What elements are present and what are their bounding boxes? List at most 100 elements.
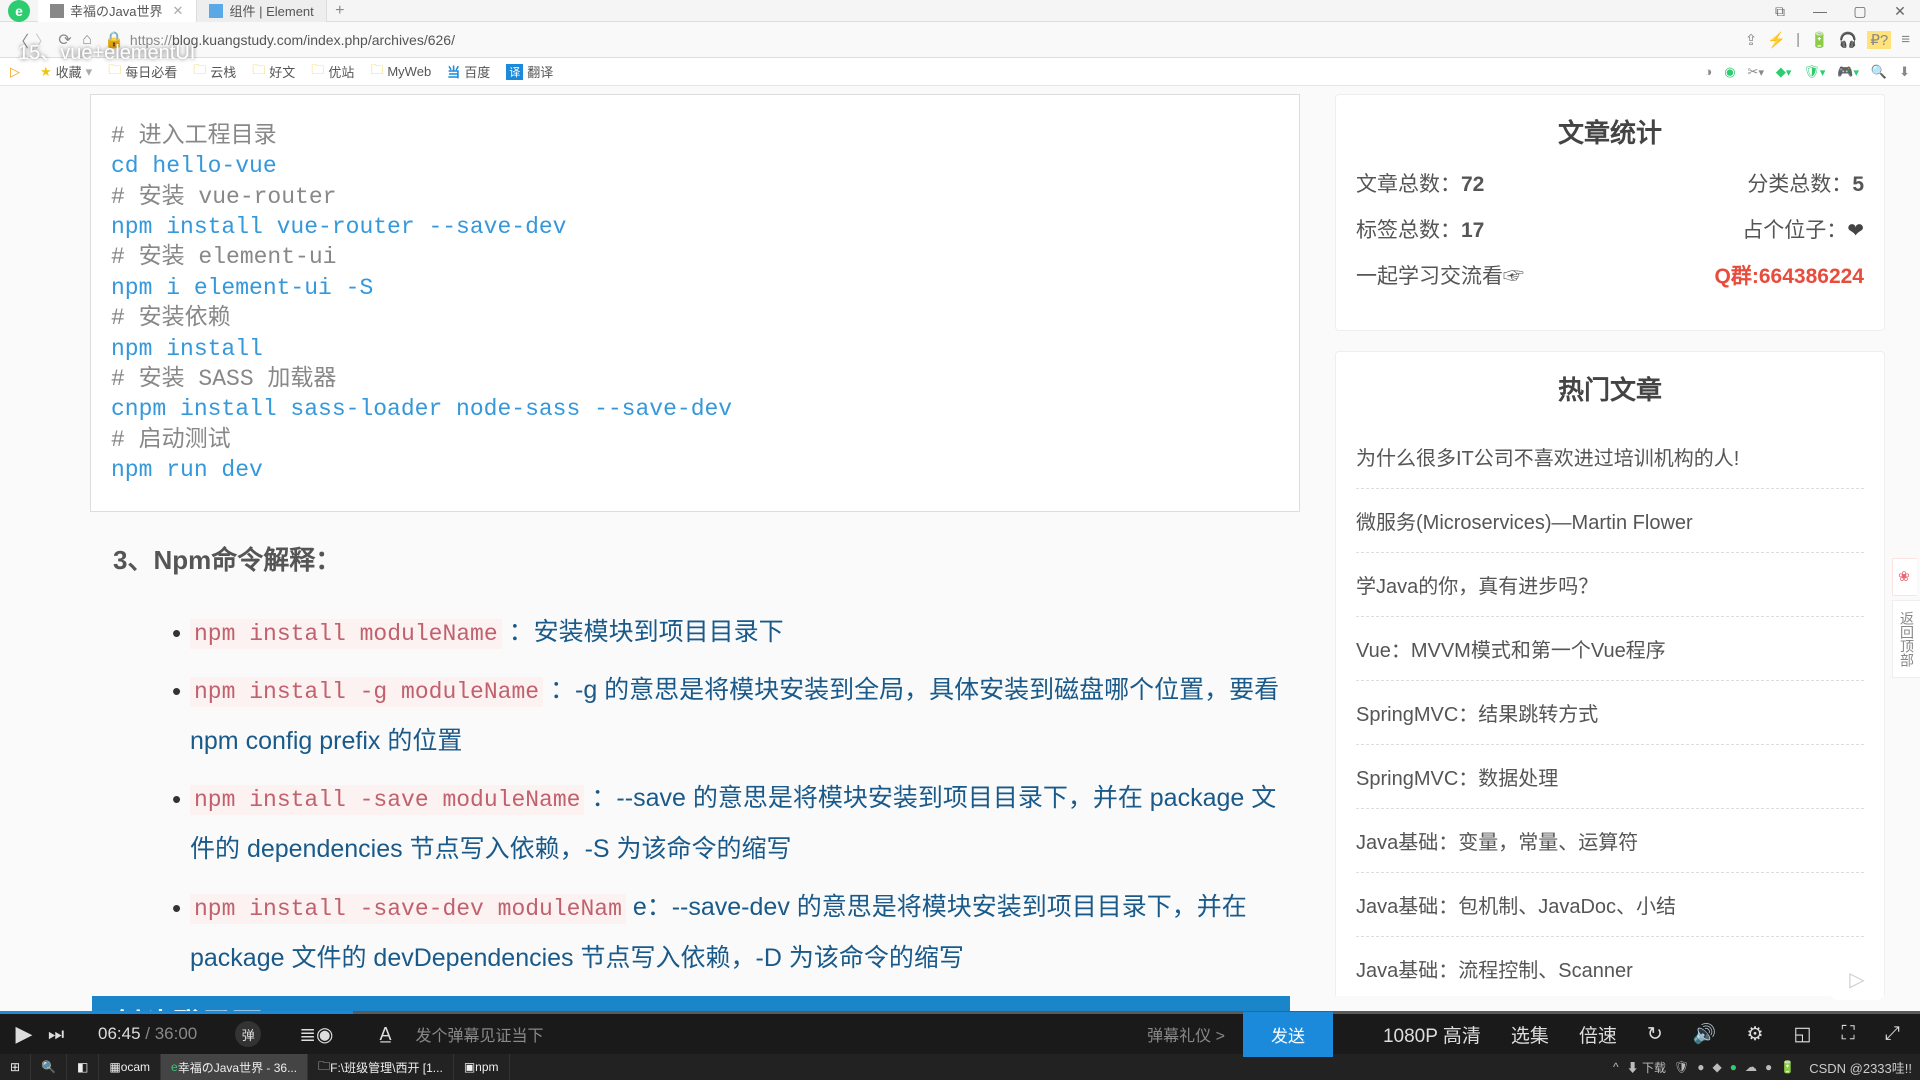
code-block[interactable]: # 进入工程目录 cd hello-vue # 安装 vue-router np… [90,94,1300,512]
browser-logo-icon: e [8,0,30,22]
stats-panel: 文章统计 文章总数：72 分类总数：5 标签总数：17 占个位子：❤ 一起学习交… [1335,94,1885,331]
float-tabs: ❀ 返回顶部 [1892,558,1920,682]
play-icon[interactable]: ▷ [10,64,24,80]
menu-icon[interactable]: ≡ [1901,31,1910,48]
bullet-list: npm install moduleName ：安装模块到项目目录下 npm i… [90,607,1300,984]
windows-taskbar: ⊞ 🔍 ◧ ▦ ocam e 幸福のJava世界 - 36... 🗀 F:\班级… [0,1054,1920,1080]
taskbar-app[interactable]: ▣ npm [454,1054,510,1080]
bookmark-folder[interactable]: 🗀好文 [252,61,295,83]
hot-article-link[interactable]: Java基础：流程控制、Scanner [1356,937,1864,996]
battery-icon[interactable]: 🔋 [1810,31,1829,49]
bookmark-folder[interactable]: 🗀优站 [311,61,354,83]
panel-title: 文章统计 [1356,113,1864,150]
new-tab-button[interactable]: + [327,2,353,20]
settings-icon[interactable]: ⚙ [1746,1023,1763,1046]
section-heading: 3、Npm命令解释： [113,540,1300,577]
episodes-button[interactable]: 选集 [1511,1021,1549,1048]
browser-tabs-row: e 幸福のJava世界 ✕ 组件 | Element + ⧉ — ▢ ✕ [0,0,1920,22]
wide-icon[interactable]: ⛶ [1841,1023,1854,1045]
next-button[interactable]: ⏭ [48,1024,88,1045]
float-tab-pink[interactable]: ❀ [1892,558,1917,596]
window-close-icon[interactable]: ✕ [1880,0,1920,22]
url-bar: 〈 〉 ⟳ ⌂ 🔒 https://blog.kuangstudy.com/in… [0,22,1920,58]
quality-button[interactable]: 1080P 高清 [1383,1021,1481,1048]
start-button[interactable]: ⊞ [0,1054,31,1080]
danmu-etiquette-link[interactable]: 弹幕礼仪 > [1147,1022,1225,1046]
send-button[interactable]: 发送 [1243,1012,1333,1057]
taskbar-app[interactable]: ▦ ocam [99,1054,161,1080]
bolt-icon[interactable]: ⚡ [1767,31,1786,49]
video-title-overlay: 15、vue+elementUI [18,36,195,65]
loop-icon[interactable]: ↻ [1647,1023,1663,1046]
task-view-button[interactable]: ◧ [67,1054,99,1080]
hot-article-link[interactable]: Java基础：变量，常量、运算符 [1356,809,1864,873]
speed-button[interactable]: 倍速 [1579,1021,1617,1048]
page-content: # 进入工程目录 cd hello-vue # 安装 vue-router np… [0,86,1920,996]
hot-article-link[interactable]: SpringMVC：结果跳转方式 [1356,681,1864,745]
time-display: 06:45 / 36:00 [98,1024,197,1044]
bookmark-baidu[interactable]: 当百度 [447,62,490,81]
list-item: npm install moduleName ：安装模块到项目目录下 [190,607,1300,658]
tray-icon[interactable]: 🛡 [1674,1060,1689,1074]
video-player-bar: ▶ ⏭ 06:45 / 36:00 弹 ≣◉ A̲ 发个弹幕见证当下 弹幕礼仪 … [0,1014,1920,1054]
list-item: npm install -save-dev moduleNam e：--save… [190,882,1300,985]
tray-icon[interactable]: ● [1697,1060,1704,1074]
shield-icon[interactable]: ◉ [1724,64,1735,80]
close-icon[interactable]: ✕ [172,3,184,19]
volume-icon[interactable]: 🔊 [1693,1022,1717,1046]
tray-icon[interactable]: ● [1765,1060,1772,1074]
hot-article-link[interactable]: Java基础：包机制、JavaDoc、小结 [1356,873,1864,937]
window-minimize-icon[interactable]: — [1800,0,1840,22]
tab-favicon [50,4,64,18]
bookmark-folder[interactable]: 🗀MyWeb [370,61,431,83]
bookmark-folder[interactable]: 🗀云栈 [193,61,236,83]
hot-article-link[interactable]: SpringMVC：数据处理 [1356,745,1864,809]
window-dock-icon[interactable]: ⧉ [1760,0,1800,22]
danmu-settings-icon[interactable]: ≣◉ [299,1022,333,1047]
tray-icon[interactable]: ◆ [1713,1060,1722,1074]
taskbar-app[interactable]: e 幸福のJava世界 - 36... [161,1054,308,1080]
headphones-icon[interactable]: 🎧 [1839,31,1858,49]
list-item: npm install -save moduleName ：--save 的意思… [190,773,1300,876]
share-icon[interactable]: ⇪ [1745,31,1758,49]
hot-article-link[interactable]: 微服务(Microservices)—Martin Flower [1356,489,1864,553]
hot-article-link[interactable]: 为什么很多IT公司不喜欢进过培训机构的人! [1356,425,1864,489]
tray-icon[interactable]: ● [1730,1060,1737,1074]
tray-icon[interactable]: ☁ [1745,1060,1757,1074]
taskbar-app[interactable]: 🗀 F:\班级管理\西开 [1... [308,1054,454,1080]
fullscreen-icon[interactable]: ⤢ [1885,1023,1900,1045]
floating-play-icon[interactable]: ▷ [1830,958,1884,1000]
bookmark-translate[interactable]: 译翻译 [506,62,553,81]
hot-article-link[interactable]: 学Java的你，真有进步吗？ [1356,553,1864,617]
search-button[interactable]: 🔍 [31,1054,67,1080]
csdn-watermark: CSDN @2333哇!! [1809,1058,1912,1077]
qq-group-link[interactable]: Q群:664386224 [1715,260,1864,290]
window-maximize-icon[interactable]: ▢ [1840,0,1880,22]
tray-icon[interactable]: ⬇ 下载 [1627,1059,1666,1076]
heart-icon: ❤ [1847,220,1864,242]
hot-article-link[interactable]: Vue：MVVM模式和第一个Vue程序 [1356,617,1864,681]
ublock-icon[interactable]: 🛡▾ [1803,64,1825,80]
danmu-toggle[interactable]: 弹 [235,1021,261,1047]
pip-icon[interactable]: ◱ [1794,1023,1812,1046]
url-field[interactable]: https://blog.kuangstudy.com/index.php/ar… [130,32,1745,48]
scissors-icon[interactable]: ✂▾ [1748,64,1764,80]
gamepad-icon[interactable]: 🎮▾ [1837,64,1859,80]
play-button[interactable]: ▶ [0,1021,48,1047]
tray-icon[interactable]: 🔋 [1780,1060,1795,1074]
browser-tab[interactable]: 组件 | Element [197,0,326,22]
divider: | [1796,31,1800,48]
danmu-style-icon[interactable]: A̲ [379,1024,391,1045]
danmu-input[interactable]: 发个弹幕见证当下 [416,1022,1130,1046]
wechat-icon[interactable]: ◆▾ [1776,64,1791,80]
tab-title: 幸福のJava世界 [70,1,162,20]
sun-icon[interactable]: ◑ [1704,64,1712,79]
download-icon[interactable]: ⬇ [1899,64,1910,80]
list-item: npm install -g moduleName ：-g 的意思是将模块安装到… [190,665,1300,768]
back-to-top-button[interactable]: 返回顶部 [1892,600,1920,678]
panel-title: 热门文章 [1356,370,1864,407]
tray-up-icon[interactable]: ^ [1613,1060,1619,1074]
browser-tab-active[interactable]: 幸福のJava世界 ✕ [38,0,197,22]
help-icon[interactable]: ₽? [1867,31,1891,49]
search-icon[interactable]: 🔍 [1871,64,1887,80]
